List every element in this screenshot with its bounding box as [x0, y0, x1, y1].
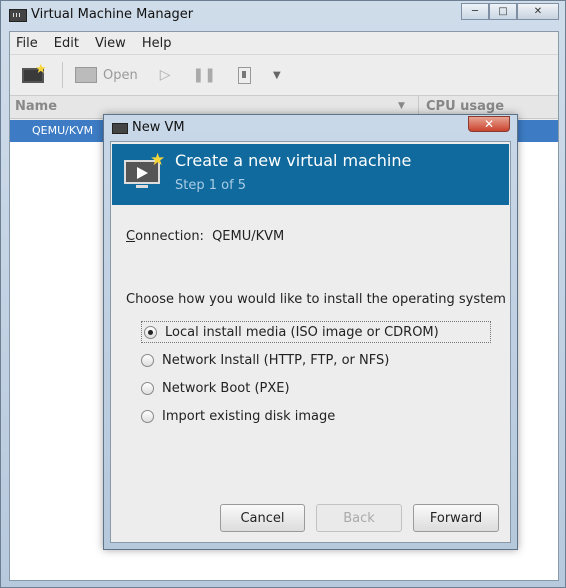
dialog-title: New VM — [132, 120, 185, 135]
radio-network-boot[interactable] — [141, 381, 154, 395]
run-icon[interactable]: ▷ — [160, 67, 171, 83]
menu-file[interactable]: File — [16, 36, 38, 51]
toolbar: ★ Open ▷ ❚❚ ▼ — [10, 55, 558, 96]
back-button[interactable]: Back — [316, 504, 402, 532]
shutdown-icon[interactable] — [237, 66, 251, 84]
option-import-disk[interactable]: Import existing disk image — [141, 405, 335, 427]
toolbar-separator — [62, 62, 63, 88]
open-monitor-icon — [75, 67, 97, 83]
app-icon — [9, 9, 27, 22]
radio-network-install[interactable] — [141, 353, 154, 367]
dialog-titlebar[interactable]: New VM — [104, 115, 517, 141]
banner-step: Step 1 of 5 — [175, 178, 247, 193]
new-vm-button[interactable]: ★ — [22, 62, 48, 86]
forward-button-label: Forward — [429, 510, 483, 526]
pause-icon[interactable]: ❚❚ — [193, 67, 216, 83]
back-button-label: Back — [343, 510, 375, 526]
minimize-button[interactable]: ─ — [461, 3, 489, 20]
window-title: Virtual Machine Manager — [31, 7, 194, 22]
chevron-down-icon[interactable]: ▼ — [273, 70, 281, 81]
option-local-media-label: Local install media (ISO image or CDROM) — [165, 324, 439, 340]
column-cpu-usage[interactable]: CPU usage — [426, 99, 504, 114]
window-titlebar[interactable]: Virtual Machine Manager ─ □ ✕ — [1, 1, 566, 31]
menu-help[interactable]: Help — [142, 36, 172, 51]
menu-edit[interactable]: Edit — [54, 36, 79, 51]
dialog-banner: ★ Create a new virtual machine Step 1 of… — [112, 144, 509, 205]
dialog-content: ★ Create a new virtual machine Step 1 of… — [110, 141, 511, 543]
dialog-app-icon — [112, 123, 128, 134]
option-network-boot-label: Network Boot (PXE) — [162, 380, 290, 396]
connection-row: Connection: QEMU/KVM — [126, 229, 284, 244]
option-network-install[interactable]: Network Install (HTTP, FTP, or NFS) — [141, 349, 389, 371]
connection-value: QEMU/KVM — [212, 229, 285, 244]
option-import-disk-label: Import existing disk image — [162, 408, 336, 424]
new-vm-icon: ★ — [124, 150, 165, 188]
open-button-label: Open — [103, 67, 138, 83]
banner-heading: Create a new virtual machine — [175, 151, 412, 170]
column-name[interactable]: Name — [15, 99, 57, 114]
connection-label: Connection: — [126, 229, 204, 244]
star-icon: ★ — [35, 62, 47, 77]
menu-view[interactable]: View — [95, 36, 126, 51]
option-network-install-label: Network Install (HTTP, FTP, or NFS) — [162, 352, 390, 368]
maximize-button[interactable]: □ — [489, 3, 517, 20]
menubar: File Edit View Help — [10, 32, 558, 55]
radio-local-media[interactable] — [144, 325, 157, 339]
option-local-media[interactable]: Local install media (ISO image or CDROM) — [141, 321, 491, 343]
new-vm-dialog: New VM ✕ ★ Create a new virtual machine … — [103, 114, 518, 550]
option-network-boot[interactable]: Network Boot (PXE) — [141, 377, 290, 399]
forward-button[interactable]: Forward — [413, 504, 499, 532]
close-button[interactable]: ✕ — [517, 3, 559, 20]
cancel-button-label: Cancel — [240, 510, 285, 526]
sort-arrow-icon: ▼ — [398, 101, 405, 111]
connection-name: QEMU/KVM — [32, 124, 94, 137]
radio-import-disk[interactable] — [141, 409, 154, 423]
install-prompt: Choose how you would like to install the… — [126, 292, 506, 307]
dialog-close-button[interactable]: ✕ — [468, 116, 510, 132]
cancel-button[interactable]: Cancel — [220, 504, 305, 532]
open-button[interactable]: Open — [75, 67, 138, 83]
